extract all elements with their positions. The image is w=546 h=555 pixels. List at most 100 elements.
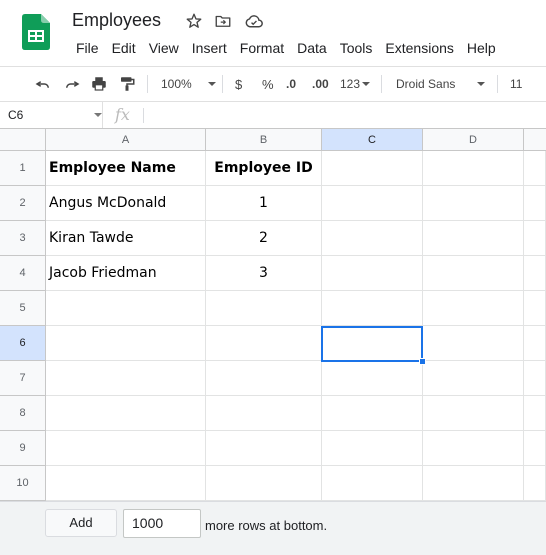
cell-a3[interactable]: Kiran Tawde bbox=[46, 221, 206, 256]
cell-d5[interactable] bbox=[423, 291, 524, 326]
move-folder-icon[interactable] bbox=[214, 12, 232, 30]
cell-d7[interactable] bbox=[423, 361, 524, 396]
cell-c9[interactable] bbox=[322, 431, 423, 466]
cell-b9[interactable] bbox=[206, 431, 322, 466]
sheets-logo-icon[interactable] bbox=[22, 14, 50, 50]
cell-b10[interactable] bbox=[206, 466, 322, 501]
row-header-2[interactable]: 2 bbox=[0, 186, 46, 221]
cell-d3[interactable] bbox=[423, 221, 524, 256]
undo-icon[interactable] bbox=[34, 67, 52, 101]
cell-b8[interactable] bbox=[206, 396, 322, 431]
cloud-saved-icon[interactable] bbox=[244, 12, 263, 30]
cell-c8[interactable] bbox=[322, 396, 423, 431]
menu-format[interactable]: Format bbox=[234, 40, 290, 56]
cell-c1[interactable] bbox=[322, 151, 423, 186]
row-header-7[interactable]: 7 bbox=[0, 361, 46, 396]
cell-e9[interactable] bbox=[524, 431, 546, 466]
font-size-input[interactable]: 11 bbox=[510, 67, 522, 101]
menu-view[interactable]: View bbox=[143, 40, 185, 56]
menu-help[interactable]: Help bbox=[461, 40, 502, 56]
menu-edit[interactable]: Edit bbox=[106, 40, 142, 56]
cell-b5[interactable] bbox=[206, 291, 322, 326]
name-box[interactable]: C6 bbox=[0, 102, 103, 128]
cell-c6[interactable] bbox=[322, 326, 423, 361]
cell-c10[interactable] bbox=[322, 466, 423, 501]
cell-b1[interactable]: Employee ID bbox=[206, 151, 322, 186]
cell-a6[interactable] bbox=[46, 326, 206, 361]
column-header-e[interactable] bbox=[524, 129, 546, 151]
cell-e10[interactable] bbox=[524, 466, 546, 501]
cell-a10[interactable] bbox=[46, 466, 206, 501]
cell-a7[interactable] bbox=[46, 361, 206, 396]
menu-data[interactable]: Data bbox=[291, 40, 333, 56]
add-rows-button[interactable]: Add bbox=[45, 509, 117, 537]
menu-file[interactable]: File bbox=[70, 40, 105, 56]
cell-c7[interactable] bbox=[322, 361, 423, 396]
select-all-corner[interactable] bbox=[0, 129, 46, 151]
fill-handle[interactable] bbox=[419, 358, 426, 365]
cell-a1[interactable]: Employee Name bbox=[46, 151, 206, 186]
menu-bar: File Edit View Insert Format Data Tools … bbox=[70, 40, 503, 56]
menu-insert[interactable]: Insert bbox=[186, 40, 233, 56]
column-header-c[interactable]: C bbox=[322, 129, 423, 151]
star-icon[interactable] bbox=[185, 12, 203, 30]
row-header-1[interactable]: 1 bbox=[0, 151, 46, 186]
cell-d10[interactable] bbox=[423, 466, 524, 501]
cell-a4[interactable]: Jacob Friedman bbox=[46, 256, 206, 291]
cell-e2[interactable] bbox=[524, 186, 546, 221]
row-header-3[interactable]: 3 bbox=[0, 221, 46, 256]
cell-d9[interactable] bbox=[423, 431, 524, 466]
cell-c2[interactable] bbox=[322, 186, 423, 221]
toolbar-divider bbox=[381, 75, 382, 93]
cell-a8[interactable] bbox=[46, 396, 206, 431]
cell-a5[interactable] bbox=[46, 291, 206, 326]
row-header-10[interactable]: 10 bbox=[0, 466, 46, 501]
zoom-select[interactable]: 100% bbox=[161, 67, 216, 101]
cell-b4[interactable]: 3 bbox=[206, 256, 322, 291]
cell-c4[interactable] bbox=[322, 256, 423, 291]
cell-b7[interactable] bbox=[206, 361, 322, 396]
row-header-5[interactable]: 5 bbox=[0, 291, 46, 326]
spreadsheet-grid: A B C D 1 2 3 4 5 6 7 8 9 10 Employee Na… bbox=[0, 129, 546, 501]
row-header-8[interactable]: 8 bbox=[0, 396, 46, 431]
percent-format-button[interactable]: % bbox=[262, 67, 274, 101]
cell-c3[interactable] bbox=[322, 221, 423, 256]
font-family-select[interactable]: Droid Sans bbox=[396, 67, 486, 101]
cell-b2[interactable]: 1 bbox=[206, 186, 322, 221]
cell-a9[interactable] bbox=[46, 431, 206, 466]
cell-d1[interactable] bbox=[423, 151, 524, 186]
formula-input[interactable] bbox=[150, 102, 546, 128]
currency-format-button[interactable]: $ bbox=[235, 67, 242, 101]
rows-count-input[interactable]: 1000 bbox=[123, 509, 201, 538]
cell-e7[interactable] bbox=[524, 361, 546, 396]
paint-format-icon[interactable] bbox=[118, 67, 136, 101]
number-format-select[interactable]: 123 bbox=[340, 67, 371, 101]
row-header-6[interactable]: 6 bbox=[0, 326, 46, 361]
menu-tools[interactable]: Tools bbox=[334, 40, 379, 56]
cell-e1[interactable] bbox=[524, 151, 546, 186]
cell-b6[interactable] bbox=[206, 326, 322, 361]
row-header-9[interactable]: 9 bbox=[0, 431, 46, 466]
column-header-a[interactable]: A bbox=[46, 129, 206, 151]
cell-e4[interactable] bbox=[524, 256, 546, 291]
cell-c5[interactable] bbox=[322, 291, 423, 326]
cell-d8[interactable] bbox=[423, 396, 524, 431]
menu-extensions[interactable]: Extensions bbox=[379, 40, 459, 56]
cell-d2[interactable] bbox=[423, 186, 524, 221]
cell-e5[interactable] bbox=[524, 291, 546, 326]
cell-d4[interactable] bbox=[423, 256, 524, 291]
cell-d6[interactable] bbox=[423, 326, 524, 361]
row-header-4[interactable]: 4 bbox=[0, 256, 46, 291]
redo-icon[interactable] bbox=[63, 67, 81, 101]
column-header-d[interactable]: D bbox=[423, 129, 524, 151]
increase-decimal-button[interactable]: .00 bbox=[312, 67, 329, 101]
cell-e6[interactable] bbox=[524, 326, 546, 361]
cell-e8[interactable] bbox=[524, 396, 546, 431]
cell-b3[interactable]: 2 bbox=[206, 221, 322, 256]
cell-a2[interactable]: Angus McDonald bbox=[46, 186, 206, 221]
document-title[interactable]: Employees bbox=[72, 10, 161, 31]
decrease-decimal-button[interactable]: .0 bbox=[286, 67, 296, 101]
column-header-b[interactable]: B bbox=[206, 129, 322, 151]
cell-e3[interactable] bbox=[524, 221, 546, 256]
print-icon[interactable] bbox=[90, 67, 108, 101]
